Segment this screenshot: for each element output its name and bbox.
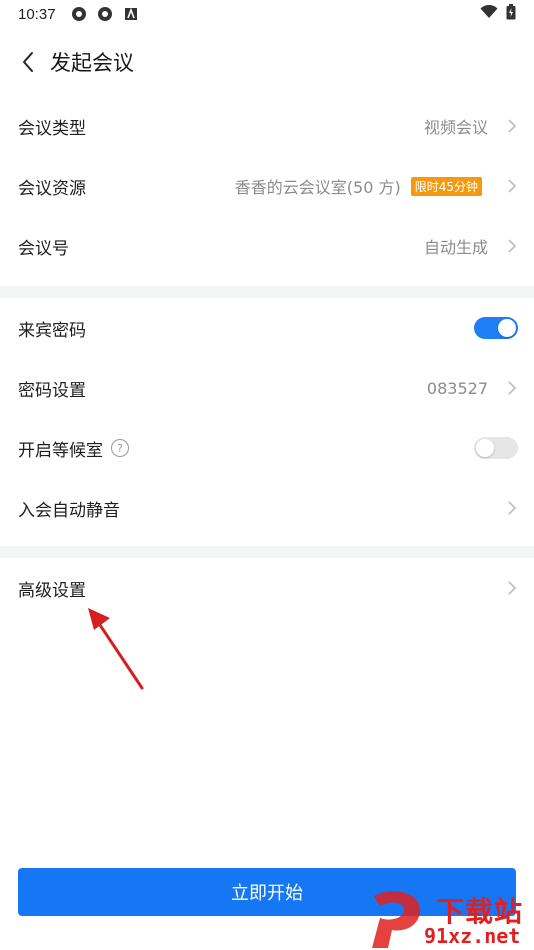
- chevron-right-icon: [506, 237, 518, 255]
- waiting-room-row: 开启等候室 ?: [0, 418, 534, 478]
- page-title: 发起会议: [50, 51, 134, 75]
- back-button[interactable]: [6, 40, 50, 84]
- meeting-number-value: 自动生成: [423, 238, 488, 257]
- watermark-logo-icon: [372, 891, 421, 948]
- guest-password-toggle[interactable]: [474, 317, 518, 339]
- status-right: [480, 4, 516, 24]
- meeting-type-label: 会议类型: [18, 118, 86, 139]
- section-divider: [0, 286, 534, 298]
- password-value: 083527: [426, 378, 488, 398]
- back-arrow-icon: [23, 52, 33, 72]
- password-setting-label: 密码设置: [18, 380, 86, 401]
- toggle-knob: [498, 319, 516, 337]
- meeting-type-value: 视频会议: [423, 118, 488, 137]
- app-notification-icon: [96, 5, 114, 23]
- battery-icon: [506, 4, 516, 24]
- status-bar: 10:37: [0, 0, 534, 28]
- waiting-room-label: 开启等候室: [18, 440, 103, 461]
- chevron-right-icon: [506, 579, 518, 597]
- meeting-resource-value: 香香的云会议室(50 方): [234, 178, 401, 197]
- chevron-right-icon: [506, 177, 518, 195]
- guest-password-label: 来宾密码: [18, 320, 86, 341]
- password-setting-row[interactable]: 密码设置 083527: [0, 358, 534, 418]
- chevron-right-icon: [506, 499, 518, 517]
- waiting-room-toggle[interactable]: [474, 437, 518, 459]
- header: 发起会议: [0, 40, 534, 84]
- section-divider: [0, 546, 534, 558]
- site-watermark: 下载站 91xz.net: [362, 888, 534, 950]
- a-notification-icon: [122, 5, 140, 23]
- time-limit-badge: 限时45分钟: [410, 176, 482, 196]
- meeting-type-row[interactable]: 会议类型 视频会议: [0, 96, 534, 156]
- wifi-icon: [480, 4, 498, 23]
- auto-mute-label: 入会自动静音: [18, 500, 120, 521]
- meeting-resource-row[interactable]: 会议资源 香香的云会议室(50 方) 限时45分钟: [0, 156, 534, 216]
- annotation-arrow-icon: [88, 608, 144, 690]
- chevron-right-icon: [506, 117, 518, 135]
- app-notification-icon: [70, 5, 88, 23]
- watermark-line2: 91xz.net: [424, 924, 521, 948]
- auto-mute-row[interactable]: 入会自动静音: [0, 478, 534, 538]
- meeting-number-label: 会议号: [18, 238, 69, 259]
- guest-password-row: 来宾密码: [0, 298, 534, 358]
- status-time: 10:37: [18, 5, 56, 23]
- toggle-knob: [476, 439, 494, 457]
- chevron-right-icon: [506, 379, 518, 397]
- advanced-settings-label: 高级设置: [18, 580, 86, 601]
- meeting-resource-label: 会议资源: [18, 178, 86, 199]
- meeting-number-row[interactable]: 会议号 自动生成: [0, 216, 534, 276]
- help-icon[interactable]: ?: [111, 439, 129, 457]
